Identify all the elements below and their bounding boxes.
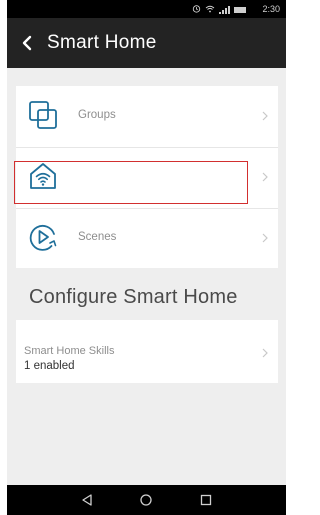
scenes-play-icon: [26, 220, 60, 254]
nav-home-icon[interactable]: [134, 488, 158, 512]
list-item-groups[interactable]: Groups: [16, 86, 278, 143]
app-screen: 2:30 Smart Home Groups Scenes Configure …: [7, 0, 286, 515]
home-wifi-icon: [26, 159, 60, 193]
app-bar: Smart Home: [7, 18, 286, 68]
list-item-devices[interactable]: [16, 147, 278, 204]
status-time: 2:30: [262, 4, 280, 14]
status-icons: [192, 4, 246, 15]
list-item-label: Scenes: [78, 231, 117, 243]
nav-recents-icon[interactable]: [194, 488, 218, 512]
nav-back-icon[interactable]: [75, 488, 99, 512]
chevron-right-icon: [260, 231, 270, 243]
chevron-right-icon: [260, 170, 270, 182]
status-bar: 2:30: [7, 0, 286, 18]
skills-title: Smart Home Skills: [24, 345, 115, 357]
alarm-icon: [192, 4, 201, 15]
skills-enabled-count: 1 enabled: [24, 360, 75, 372]
groups-icon: [26, 98, 60, 132]
back-arrow-icon[interactable]: [7, 18, 47, 68]
page-title: Smart Home: [47, 32, 157, 53]
list-item-scenes[interactable]: Scenes: [16, 208, 278, 265]
chevron-right-icon: [260, 346, 270, 358]
signal-icon: [219, 5, 230, 14]
smart-home-list: Groups Scenes: [16, 86, 278, 268]
section-title: Configure Smart Home: [29, 286, 238, 308]
smart-home-skills-item[interactable]: Smart Home Skills 1 enabled: [16, 320, 278, 383]
chevron-right-icon: [260, 109, 270, 121]
battery-icon: [234, 6, 246, 13]
wifi-status-icon: [205, 5, 215, 15]
list-item-label: Groups: [78, 108, 116, 121]
system-nav-bar: [7, 485, 286, 515]
